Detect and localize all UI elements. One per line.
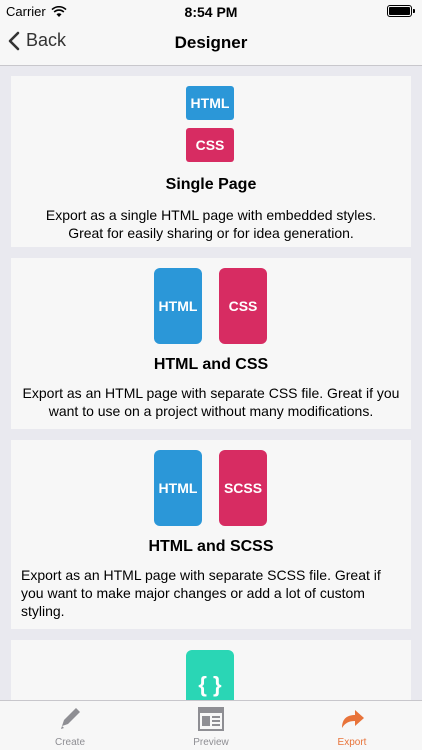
preview-icon <box>198 707 224 731</box>
css-tile: CSS <box>219 268 267 344</box>
option-html-scss[interactable]: HTML SCSS HTML and SCSS Export as an HTM… <box>11 440 411 629</box>
scss-tile: SCSS <box>219 450 267 526</box>
option-description: Export as an HTML page with separate CSS… <box>22 385 400 419</box>
option-title: HTML and SCSS <box>148 538 274 555</box>
tab-label: Export <box>337 737 367 748</box>
option-html-css[interactable]: HTML CSS HTML and CSS Export as an HTML … <box>11 258 411 429</box>
navigation-bar: Back Designer <box>0 22 422 66</box>
tab-label: Create <box>54 737 85 748</box>
export-arrow-icon <box>342 710 364 728</box>
html-tile: HTML <box>154 268 202 344</box>
tab-create[interactable]: Create <box>0 701 140 750</box>
status-bar: Carrier 8:54 PM <box>0 0 422 22</box>
option-json[interactable]: { } <box>11 640 411 700</box>
tab-preview[interactable]: Preview <box>141 701 281 750</box>
option-title: Single Page <box>165 176 257 193</box>
tab-export[interactable]: Export <box>282 701 422 750</box>
css-tile: CSS <box>186 128 234 162</box>
option-description: Export as an HTML page with separate SCS… <box>21 567 381 619</box>
page-title: Designer <box>174 33 248 52</box>
export-options-list: HTML CSS Single Page Export as a single … <box>0 66 422 700</box>
pencil-icon <box>61 708 80 729</box>
status-time: 8:54 PM <box>184 4 238 20</box>
html-tile: HTML <box>154 450 202 526</box>
option-description: Export as a single HTML page with embedd… <box>45 207 377 241</box>
option-single-page[interactable]: HTML CSS Single Page Export as a single … <box>11 76 411 247</box>
tab-bar: Create Preview Export <box>0 700 422 750</box>
option-title: HTML and CSS <box>153 356 269 373</box>
battery-icon <box>387 5 415 17</box>
tab-label: Preview <box>193 737 229 748</box>
html-tile: HTML <box>186 86 234 120</box>
json-tile: { } <box>186 650 234 700</box>
